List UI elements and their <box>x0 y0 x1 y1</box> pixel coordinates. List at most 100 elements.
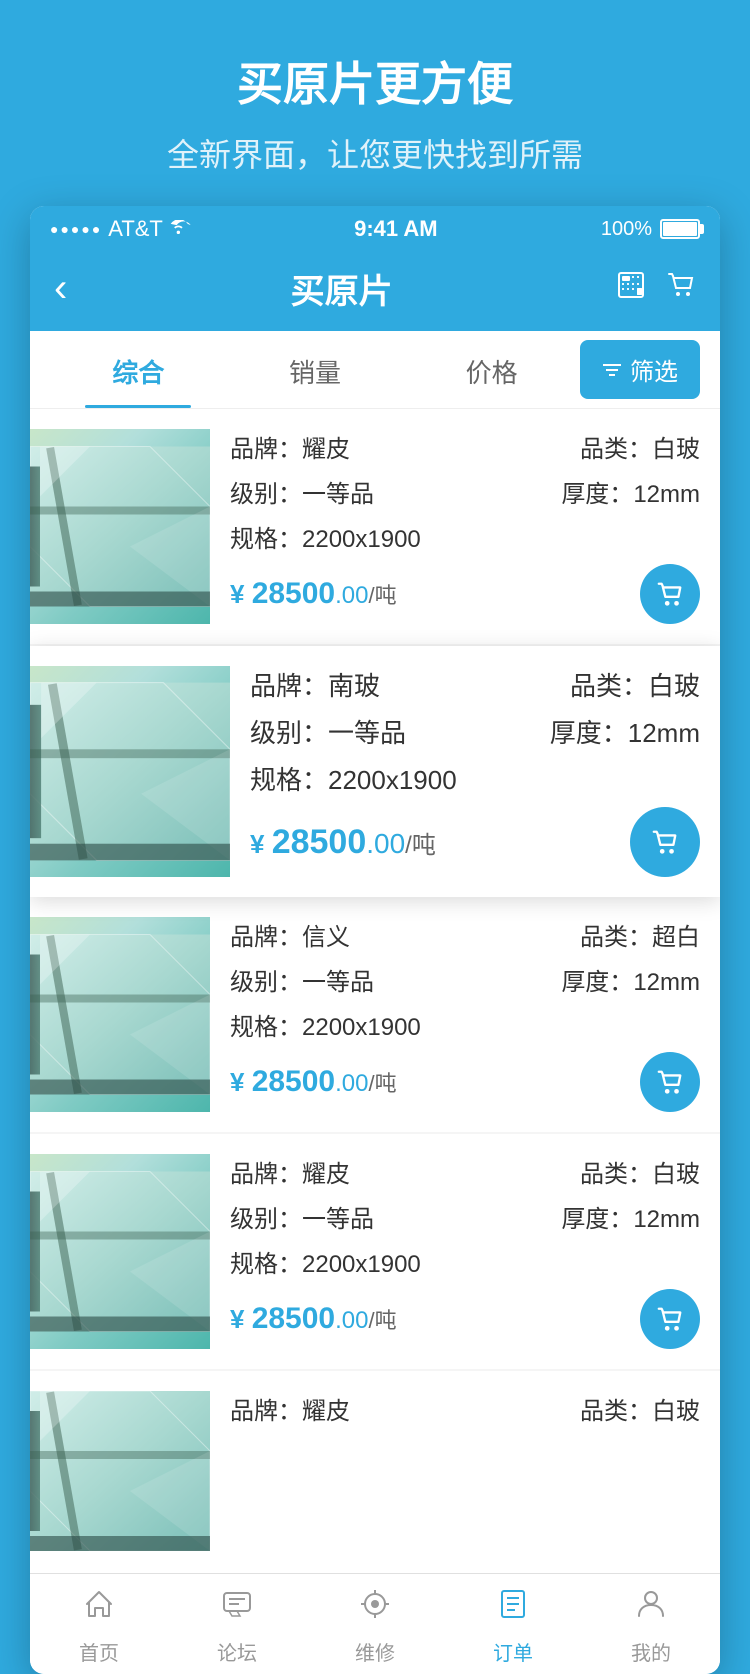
product-info: 品牌：信义 品类：超白 级别：一等品 厚度：12mm 规格：2200x1900 … <box>230 917 700 1112</box>
calculator-icon[interactable] <box>616 270 646 308</box>
price-row: ¥ 28500.00/吨 <box>250 807 700 877</box>
price-display: ¥ 28500.00/吨 <box>230 1065 397 1099</box>
brand-field-partial: 品牌：耀皮 <box>230 1391 350 1426</box>
nav-icons <box>616 270 696 308</box>
product-info-partial: 品牌：耀皮 品类：白玻 <box>230 1391 700 1551</box>
promo-section: 买原片更方便 全新界面，让您更快找到所需 <box>0 0 750 206</box>
price-cents: .00 <box>366 828 405 859</box>
price-unit: /吨 <box>405 832 436 859</box>
tab-price[interactable]: 价格 <box>403 331 580 408</box>
add-to-cart-button[interactable] <box>640 1052 700 1112</box>
product-info: 品牌：耀皮 品类：白玻 级别：一等品 厚度：12mm 规格：2200x1900 … <box>230 1154 700 1349</box>
cart-nav-icon[interactable] <box>666 270 696 308</box>
brand-field: 品牌：信义 <box>230 917 350 952</box>
product-info: 品牌：耀皮 品类：白玻 级别：一等品 厚度：12mm 规格：2200x1900 … <box>230 429 700 624</box>
bottom-tab-forum[interactable]: 论坛 <box>168 1586 306 1666</box>
repair-tab-label: 维修 <box>355 1637 395 1666</box>
product-card[interactable]: 品牌：耀皮 品类：白玻 <box>30 1371 720 1571</box>
brand-category-row: 品牌：信义 品类：超白 <box>230 917 700 952</box>
orders-tab-icon <box>495 1586 531 1631</box>
product-image <box>30 1154 210 1349</box>
tab-sales[interactable]: 销量 <box>227 331 404 408</box>
thickness-field: 厚度：12mm <box>550 713 700 750</box>
product-image <box>30 666 230 877</box>
category-field-partial: 品类：白玻 <box>580 1391 700 1426</box>
grade-thickness-row: 级别：一等品 厚度：12mm <box>230 474 700 509</box>
bottom-tab-mine[interactable]: 我的 <box>582 1586 720 1666</box>
product-list: 品牌：耀皮 品类：白玻 级别：一等品 厚度：12mm 规格：2200x1900 … <box>30 409 720 1571</box>
promo-subtitle: 全新界面，让您更快找到所需 <box>40 130 710 176</box>
add-to-cart-button[interactable] <box>640 564 700 624</box>
bottom-tab-orders[interactable]: 订单 <box>444 1586 582 1666</box>
repair-tab-icon <box>357 1586 393 1631</box>
price-display: ¥ 28500.00/吨 <box>230 577 397 611</box>
back-button[interactable]: ‹ <box>54 266 67 311</box>
product-info: 品牌：南玻 品类：白玻 级别：一等品 厚度：12mm 规格：2200x1900 … <box>250 666 700 877</box>
tab-comprehensive[interactable]: 综合 <box>50 331 227 408</box>
grade-field: 级别：一等品 <box>250 713 406 750</box>
price-cents: .00 <box>335 1307 368 1334</box>
product-image <box>30 917 210 1112</box>
bottom-tab-home[interactable]: 首页 <box>30 1586 168 1666</box>
product-card[interactable]: 品牌：耀皮 品类：白玻 级别：一等品 厚度：12mm 规格：2200x1900 … <box>30 409 720 644</box>
category-field: 品类：白玻 <box>580 429 700 464</box>
grade-thickness-row: 级别：一等品 厚度：12mm <box>230 1199 700 1234</box>
price-unit: /吨 <box>369 1308 397 1333</box>
nav-bar: ‹ 买原片 <box>30 250 720 331</box>
battery-fill <box>663 222 697 236</box>
status-time: 9:41 AM <box>354 216 438 242</box>
brand-field: 品牌：耀皮 <box>230 429 350 464</box>
battery-icon <box>660 219 700 239</box>
price-cents: .00 <box>335 582 368 609</box>
grade-field: 级别：一等品 <box>230 962 374 997</box>
spec-field: 规格：2200x1900 <box>250 760 700 797</box>
add-to-cart-button[interactable] <box>630 807 700 877</box>
brand-field: 品牌：耀皮 <box>230 1154 350 1189</box>
page-title: 买原片 <box>291 264 393 313</box>
signal-dots: ●●●●● <box>50 221 102 237</box>
status-right: 100% <box>601 218 700 241</box>
price-main: 28500 <box>252 1302 335 1335</box>
thickness-field: 厚度：12mm <box>561 474 700 509</box>
price-unit: /吨 <box>369 1071 397 1096</box>
home-tab-label: 首页 <box>79 1637 119 1666</box>
thickness-field: 厚度：12mm <box>561 1199 700 1234</box>
product-card[interactable]: 品牌：信义 品类：超白 级别：一等品 厚度：12mm 规格：2200x1900 … <box>30 897 720 1132</box>
price-main: 28500 <box>252 1065 335 1098</box>
status-left: ●●●●● AT&T <box>50 216 191 242</box>
mine-tab-label: 我的 <box>631 1637 671 1666</box>
home-tab-icon <box>81 1586 117 1631</box>
currency-symbol: ¥ <box>230 1067 252 1097</box>
category-field: 品类：超白 <box>580 917 700 952</box>
grade-field: 级别：一等品 <box>230 1199 374 1234</box>
mine-tab-icon <box>633 1586 669 1631</box>
status-bar: ●●●●● AT&T 9:41 AM 100% <box>30 206 720 250</box>
bottom-tabbar: 首页 论坛维修 订单 我的 <box>30 1573 720 1674</box>
brand-category-row: 品牌：耀皮 品类：白玻 <box>230 1154 700 1189</box>
orders-tab-label: 订单 <box>493 1637 533 1666</box>
add-to-cart-button[interactable] <box>640 1289 700 1349</box>
price-display: ¥ 28500.00/吨 <box>230 1302 397 1336</box>
price-display: ¥ 28500.00/吨 <box>250 823 436 862</box>
price-main: 28500 <box>272 823 367 861</box>
wifi-icon <box>169 216 191 242</box>
product-card[interactable]: 品牌：南玻 品类：白玻 级别：一等品 厚度：12mm 规格：2200x1900 … <box>30 646 720 897</box>
price-row: ¥ 28500.00/吨 <box>230 564 700 624</box>
category-field: 品类：白玻 <box>580 1154 700 1189</box>
brand-category-row: 品牌：南玻 品类：白玻 <box>250 666 700 703</box>
price-cents: .00 <box>335 1070 368 1097</box>
thickness-field: 厚度：12mm <box>561 962 700 997</box>
currency-symbol: ¥ <box>230 1304 252 1334</box>
currency-symbol: ¥ <box>250 829 272 859</box>
product-image <box>30 1391 210 1551</box>
bottom-tab-repair[interactable]: 维修 <box>306 1586 444 1666</box>
forum-tab-icon <box>219 1586 255 1631</box>
phone-frame: ●●●●● AT&T 9:41 AM 100% ‹ 买原片 <box>30 206 720 1674</box>
price-main: 28500 <box>252 577 335 610</box>
filter-button[interactable]: 筛选 <box>580 340 700 399</box>
category-field: 品类：白玻 <box>570 666 700 703</box>
brand-category-row: 品牌：耀皮 品类：白玻 <box>230 429 700 464</box>
brand-category-row-partial: 品牌：耀皮 品类：白玻 <box>230 1391 700 1426</box>
price-row: ¥ 28500.00/吨 <box>230 1289 700 1349</box>
price-row: ¥ 28500.00/吨 <box>230 1052 700 1112</box>
